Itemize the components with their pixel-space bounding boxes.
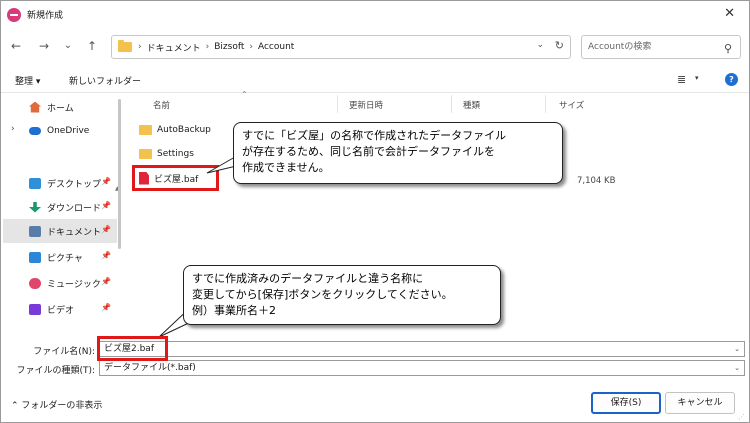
close-icon[interactable]: ✕ (724, 6, 735, 21)
callout-line: 例）事業所名＋2 (192, 304, 276, 317)
breadcrumb-separator: › (138, 42, 142, 52)
sidebar-item-home[interactable]: ホーム (7, 95, 117, 119)
breadcrumb-account[interactable]: Account (258, 42, 294, 52)
home-icon (29, 101, 41, 113)
cancel-button[interactable]: キャンセル (665, 392, 735, 414)
sidebar-item-pictures[interactable]: ピクチャ 📌 (7, 245, 117, 269)
resize-grip-icon[interactable]: ⋰ (738, 413, 745, 421)
pin-icon[interactable]: 📌 (101, 177, 111, 186)
chevron-up-icon: ⌃ (11, 401, 19, 411)
breadcrumb-documents[interactable]: ドキュメント (147, 41, 201, 54)
organize-button[interactable]: 整理 ▾ (15, 74, 40, 87)
list-item[interactable]: AutoBackup (139, 120, 211, 140)
pin-icon[interactable]: 📌 (101, 225, 111, 234)
sidebar-item-label: ダウンロード (47, 203, 102, 214)
navigation-row: ← → ⌄ ↑ › ドキュメント › Bizsoft › Account ⌄ ↻… (1, 32, 749, 62)
callout-line: すでに作成済みのデータファイルと違う名称に (192, 272, 424, 285)
hide-folders-label: フォルダーの非表示 (21, 401, 103, 411)
address-bar[interactable]: › ドキュメント › Bizsoft › Account ⌄ ↻ (111, 35, 571, 59)
callout-line: 変更してから[保存]ボタンをクリックしてください。 (192, 288, 453, 301)
app-icon (7, 7, 21, 22)
pin-icon[interactable]: 📌 (101, 277, 111, 286)
title-bar: 新規作成 ✕ (1, 1, 749, 28)
view-icon[interactable]: ≣ (677, 73, 686, 86)
sidebar-item-label: ドキュメント (47, 227, 102, 238)
folder-icon (118, 40, 132, 52)
column-divider[interactable] (337, 95, 338, 113)
sidebar-item-label: ピクチャ (47, 253, 83, 264)
sidebar-scrollbar[interactable] (118, 99, 121, 249)
view-chevron-icon[interactable]: ▾ (695, 74, 699, 82)
search-input[interactable]: Accountの検索 ⚲ (581, 35, 741, 59)
dropdown-chevron-icon[interactable]: ⌄ (734, 342, 740, 356)
back-arrow-icon[interactable]: ← (7, 36, 25, 56)
callout-line: が存在するため、同じ名前で会計データファイルを (242, 145, 495, 158)
breadcrumb-separator: › (205, 42, 210, 52)
new-folder-button[interactable]: 新しいフォルダー (69, 74, 141, 87)
sidebar-item-desktop[interactable]: デスクトップ 📌 (7, 171, 117, 195)
dropdown-chevron-icon[interactable]: ⌄ (734, 361, 740, 375)
column-header-type[interactable]: 種類 (463, 99, 480, 111)
callout-line: 作成できません。 (242, 161, 330, 174)
hide-folders-toggle[interactable]: ⌃ フォルダーの非表示 (11, 398, 102, 411)
pin-icon[interactable]: 📌 (101, 303, 111, 312)
breadcrumb-bizsoft[interactable]: Bizsoft (214, 42, 244, 52)
column-divider[interactable] (451, 95, 452, 113)
save-dialog: 新規作成 ✕ ← → ⌄ ↑ › ドキュメント › Bizsoft › Acco… (0, 0, 750, 423)
list-item[interactable]: Settings (139, 144, 194, 164)
download-icon (29, 201, 41, 213)
sidebar-item-onedrive[interactable]: › OneDrive (7, 119, 117, 143)
recent-chevron-icon[interactable]: ⌄ (59, 36, 77, 56)
pictures-icon (29, 251, 41, 263)
filename-input[interactable]: ビズ屋2.baf ⌄ (99, 341, 745, 357)
folder-icon (139, 125, 152, 135)
chevron-up-icon: ⌃ (241, 90, 248, 99)
column-divider[interactable] (545, 95, 546, 113)
file-size: 7,104 KB (577, 176, 616, 186)
sidebar-item-label: デスクトップ (47, 179, 102, 190)
file-name: Settings (157, 149, 194, 159)
callout-line: すでに「ビズ屋」の名称で作成されたデータファイル (242, 129, 507, 142)
sidebar-item-label: OneDrive (47, 126, 90, 136)
file-name: AutoBackup (157, 125, 211, 135)
filetype-select[interactable]: データファイル(*.baf) ⌄ (99, 360, 745, 376)
window-title: 新規作成 (27, 11, 64, 21)
filename-highlight (97, 336, 168, 361)
filename-label: ファイル名(N): (33, 347, 95, 357)
up-arrow-icon[interactable]: ↑ (83, 36, 101, 56)
help-icon[interactable]: ? (725, 73, 738, 86)
callout-rename-instruction: すでに作成済みのデータファイルと違う名称に 変更してから[保存]ボタンをクリック… (183, 265, 501, 325)
onedrive-icon (29, 127, 41, 135)
address-dropdown-icon[interactable]: ⌄ (536, 40, 544, 50)
video-icon (29, 303, 41, 315)
sidebar-item-videos[interactable]: ビデオ 📌 (7, 297, 117, 321)
filetype-value: データファイル(*.baf) (104, 363, 196, 373)
desktop-icon (29, 177, 41, 189)
sidebar-item-label: ミュージック (47, 279, 101, 290)
sidebar-item-downloads[interactable]: ダウンロード 📌 (7, 195, 117, 219)
breadcrumb-separator: › (249, 42, 253, 52)
column-header-size[interactable]: サイズ (559, 99, 584, 111)
document-icon (29, 225, 41, 237)
sidebar-item-label: ホーム (47, 103, 74, 114)
forward-arrow-icon[interactable]: → (35, 36, 53, 56)
pin-icon[interactable]: 📌 (101, 251, 111, 260)
command-bar: 整理 ▾ 新しいフォルダー ≣ ▾ ? (1, 67, 749, 93)
expand-chevron-icon[interactable]: › (11, 124, 15, 134)
sidebar-item-label: ビデオ (47, 305, 75, 316)
sidebar-item-music[interactable]: ミュージック 📌 (7, 271, 117, 295)
navigation-pane: ▲ ホーム › OneDrive デスクトップ 📌 ダウンロード 📌 ドキュメン… (1, 93, 123, 331)
sidebar-item-documents[interactable]: ドキュメント 📌 (3, 219, 117, 243)
save-button[interactable]: 保存(S) (591, 392, 661, 414)
filetype-label: ファイルの種類(T): (16, 366, 95, 376)
column-header-name[interactable]: 名前 (153, 99, 170, 111)
music-icon (29, 277, 41, 289)
callout-duplicate-name: すでに「ビズ屋」の名称で作成されたデータファイル が存在するため、同じ名前で会計… (233, 122, 563, 184)
search-placeholder: Accountの検索 (588, 42, 652, 52)
column-header-modified[interactable]: 更新日時 (349, 99, 383, 111)
pin-icon[interactable]: 📌 (101, 201, 111, 210)
search-icon: ⚲ (723, 42, 732, 55)
folder-icon (139, 149, 152, 159)
refresh-icon[interactable]: ↻ (555, 39, 564, 52)
